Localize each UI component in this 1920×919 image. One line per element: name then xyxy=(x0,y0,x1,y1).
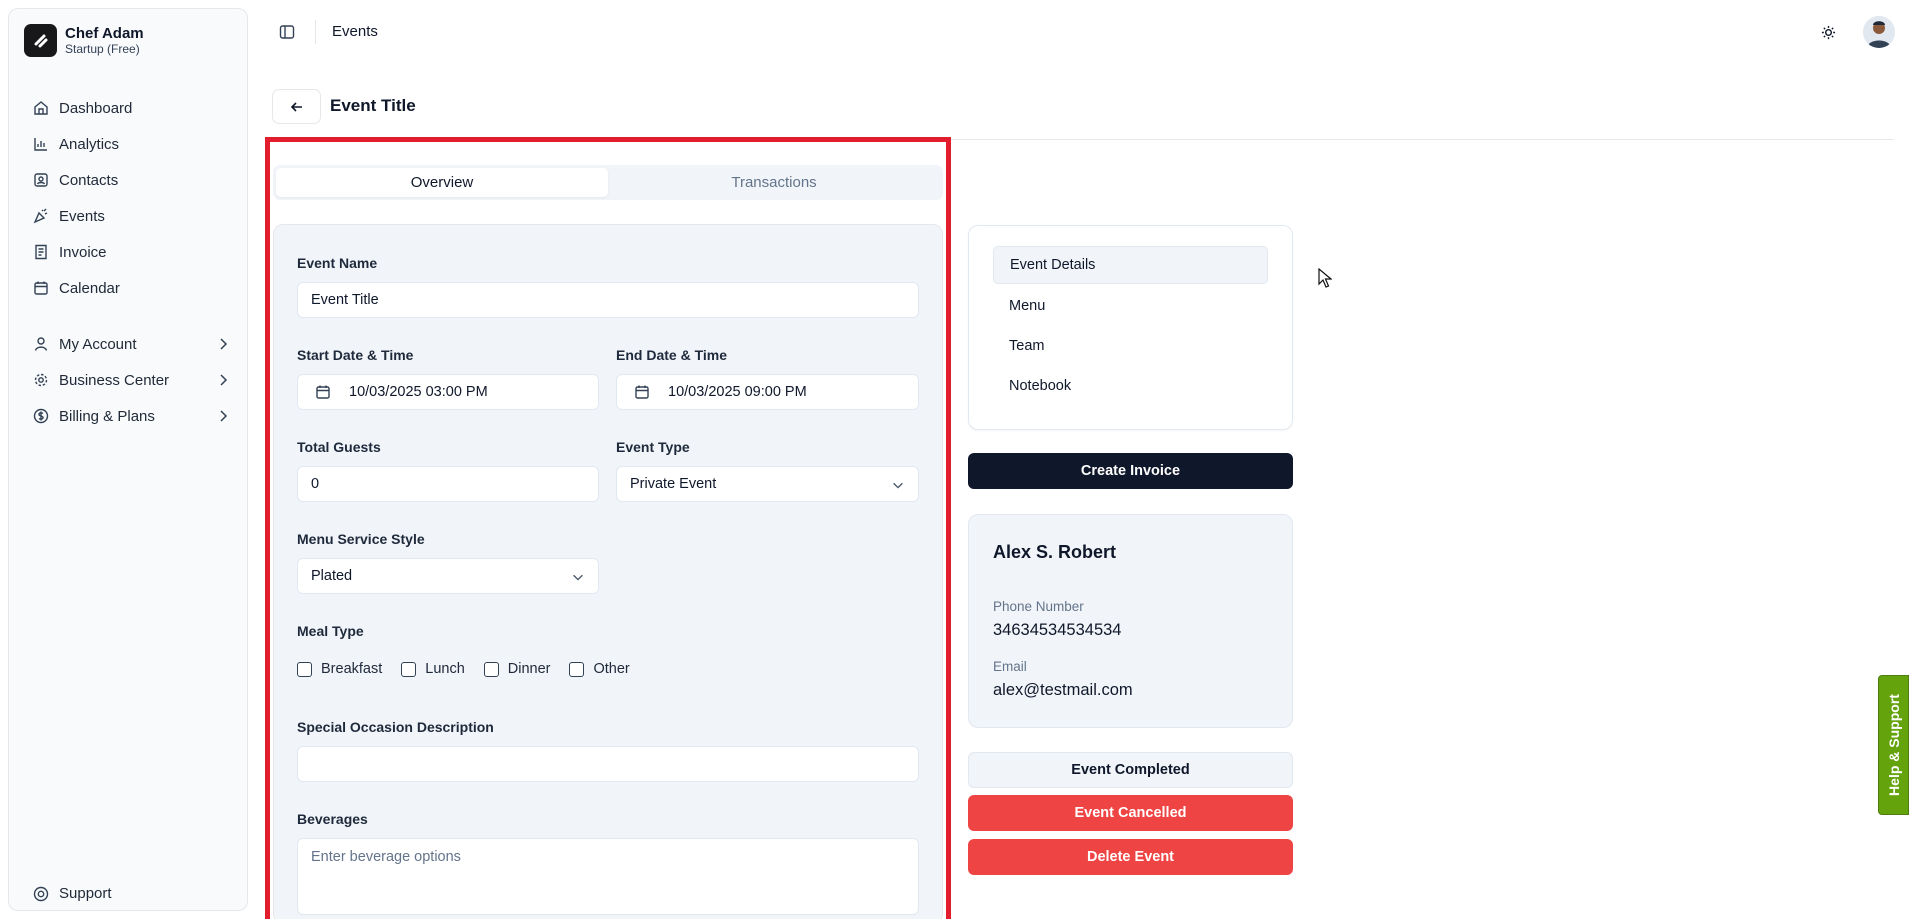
dollar-circle-icon xyxy=(33,408,49,424)
details-nav-menu[interactable]: Menu xyxy=(993,287,1268,325)
sidebar-item-contacts[interactable]: Contacts xyxy=(17,162,239,198)
brand-name: Chef Adam xyxy=(65,24,144,42)
sidebar-item-dashboard[interactable]: Dashboard xyxy=(17,90,239,126)
user-avatar-icon xyxy=(1863,16,1895,48)
sidebar-toggle-button[interactable] xyxy=(272,19,302,45)
event-cancelled-button[interactable]: Event Cancelled xyxy=(968,795,1293,831)
gear-icon xyxy=(34,373,48,387)
sidebar-item-calendar[interactable]: Calendar xyxy=(17,270,239,306)
sidebar-item-label: Dashboard xyxy=(59,99,133,117)
help-support-button[interactable]: Help & Support xyxy=(1878,675,1909,815)
panel-left-icon xyxy=(279,25,295,39)
chevron-right-icon xyxy=(220,338,228,350)
sidebar-item-label: Billing & Plans xyxy=(59,407,155,425)
sidebar-item-label: Events xyxy=(59,207,105,225)
delete-event-button[interactable]: Delete Event xyxy=(968,839,1293,875)
sidebar-item-label: Analytics xyxy=(59,135,120,153)
details-nav-event-details[interactable]: Event Details xyxy=(993,246,1268,284)
help-support-label: Help & Support xyxy=(1885,694,1902,796)
sidebar-nav: Dashboard Analytics Contacts Events Invo… xyxy=(17,90,239,434)
sidebar-item-label: Contacts xyxy=(59,171,119,189)
theme-toggle-button[interactable] xyxy=(1814,19,1842,45)
avatar[interactable] xyxy=(1863,16,1895,48)
sidebar-item-analytics[interactable]: Analytics xyxy=(17,126,239,162)
sidebar-item-label: Support xyxy=(59,885,112,902)
bar-chart-icon xyxy=(34,138,47,151)
email-value: alex@testmail.com xyxy=(993,681,1133,699)
sidebar: Chef Adam Startup (Free) Dashboard Analy… xyxy=(8,8,248,911)
phone-value: 34634534534534 xyxy=(993,621,1122,639)
sidebar-item-my-account[interactable]: My Account xyxy=(17,326,239,362)
user-icon xyxy=(34,337,48,351)
party-icon xyxy=(33,208,48,224)
breadcrumb[interactable]: Events xyxy=(332,23,378,40)
contact-name: Alex S. Robert xyxy=(993,542,1117,562)
brand-logo-icon xyxy=(24,24,57,57)
highlight-annotation xyxy=(265,137,951,919)
brand-plan: Startup (Free) xyxy=(65,41,140,56)
details-nav-team[interactable]: Team xyxy=(993,327,1268,365)
sidebar-item-events[interactable]: Events xyxy=(17,198,239,234)
chevron-right-icon xyxy=(220,410,228,422)
home-icon xyxy=(34,101,48,115)
sidebar-item-label: My Account xyxy=(59,335,137,353)
topbar-divider xyxy=(315,20,316,44)
sidebar-item-business-center[interactable]: Business Center xyxy=(17,362,239,398)
details-nav-notebook[interactable]: Notebook xyxy=(993,367,1268,405)
chevron-right-icon xyxy=(220,374,228,386)
phone-label: Phone Number xyxy=(993,599,1084,614)
sidebar-item-label: Invoice xyxy=(59,243,107,261)
sidebar-item-support[interactable]: Support xyxy=(33,885,112,902)
contact-icon xyxy=(34,173,48,187)
receipt-icon xyxy=(35,244,47,260)
mouse-cursor-icon xyxy=(1318,268,1332,288)
sun-icon xyxy=(1821,25,1835,39)
lifebuoy-icon xyxy=(33,886,49,901)
arrow-left-icon xyxy=(290,101,302,112)
event-details-nav: Event Details Menu Team Notebook xyxy=(968,225,1293,430)
sidebar-item-label: Calendar xyxy=(59,279,120,297)
create-invoice-button[interactable]: Create Invoice xyxy=(968,453,1293,489)
calendar-icon xyxy=(34,281,48,295)
sidebar-item-label: Business Center xyxy=(59,371,170,389)
sidebar-item-billing-plans[interactable]: Billing & Plans xyxy=(17,398,239,434)
contact-card: Alex S. Robert Phone Number 346345345345… xyxy=(968,514,1293,728)
page-title: Event Title xyxy=(330,96,416,115)
brand[interactable]: Chef Adam Startup (Free) xyxy=(24,24,144,57)
sidebar-item-invoice[interactable]: Invoice xyxy=(17,234,239,270)
back-button[interactable] xyxy=(272,89,321,124)
email-label: Email xyxy=(993,659,1027,674)
event-completed-button[interactable]: Event Completed xyxy=(968,752,1293,788)
